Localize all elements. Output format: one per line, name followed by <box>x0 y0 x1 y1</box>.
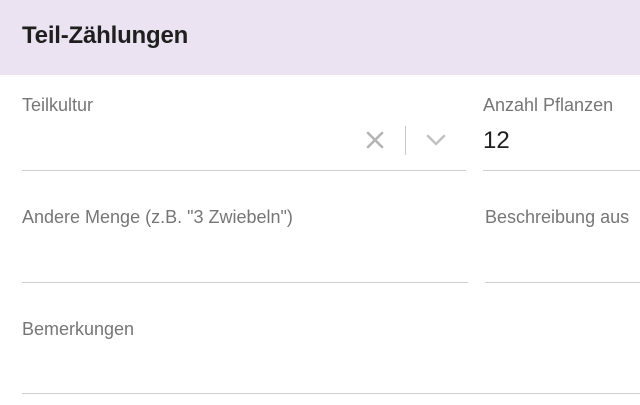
andere-menge-label: Andere Menge (z.B. "3 Zwiebeln") <box>22 207 293 227</box>
beschreibung-underline <box>485 282 640 283</box>
teilkultur-underline <box>22 170 466 171</box>
chevron-down-icon[interactable] <box>425 133 447 147</box>
anzahl-pflanzen-label: Anzahl Pflanzen <box>483 95 614 115</box>
andere-menge-field[interactable]: Andere Menge (z.B. "3 Zwiebeln") <box>22 207 468 283</box>
bemerkungen-label: Bemerkungen <box>22 319 135 339</box>
teilkultur-select[interactable]: Teilkultur <box>22 95 466 171</box>
dialog-header: Teil-Zählungen <box>0 0 640 75</box>
beschreibung-label: Beschreibung aus <box>485 207 630 227</box>
page-title: Teil-Zählungen <box>22 22 189 49</box>
bemerkungen-field[interactable]: Bemerkungen <box>22 319 640 394</box>
teilkultur-label: Teilkultur <box>22 95 94 115</box>
anzahl-pflanzen-value: 12 <box>483 127 510 154</box>
andere-menge-underline <box>22 282 468 283</box>
select-divider <box>405 126 406 155</box>
beschreibung-field[interactable]: Beschreibung aus <box>485 207 640 283</box>
teil-zaehlungen-dialog: Teil-Zählungen Teilkultur Anzahl Pflanze… <box>0 0 640 405</box>
close-icon[interactable] <box>365 130 385 150</box>
form-card: Teilkultur Anzahl Pflanzen 12 Andere Men… <box>5 75 640 405</box>
bemerkungen-underline <box>22 393 640 394</box>
anzahl-pflanzen-underline <box>483 170 640 171</box>
anzahl-pflanzen-field[interactable]: Anzahl Pflanzen 12 <box>483 95 640 171</box>
